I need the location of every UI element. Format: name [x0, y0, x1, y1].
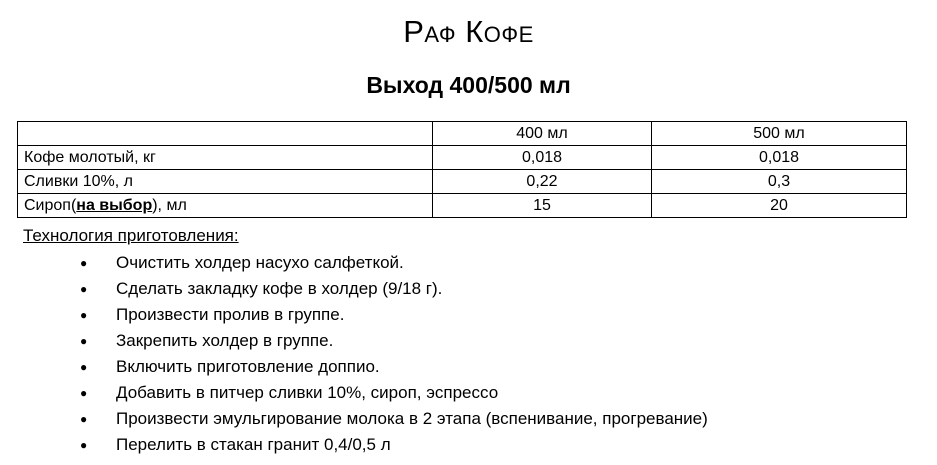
list-item: ● Добавить в питчер сливки 10%, сироп, эс… — [80, 380, 708, 406]
amount-400: 0,018 — [432, 145, 652, 170]
step-text: Перелить в стакан гранит 0,4/0,5 л — [116, 435, 391, 454]
step-text: Произвести эмульгирование молока в 2 эта… — [116, 409, 708, 428]
bullet-icon: ● — [80, 308, 88, 322]
list-item: ● Сделать закладку кофе в холдер (9/18 г)… — [80, 276, 708, 302]
list-item: ● Перелить в стакан гранит 0,4/0,5 л — [80, 432, 708, 458]
ingredient-name: Сливки 10%, л — [17, 169, 433, 194]
header-cell-empty — [17, 121, 433, 146]
bullet-icon: ● — [80, 334, 88, 348]
step-text: Очистить холдер насухо салфеткой. — [116, 253, 404, 272]
step-text: Сделать закладку кофе в холдер (9/18 г). — [116, 279, 443, 298]
header-cell-400: 400 мл — [432, 121, 652, 146]
list-item: ● Произвести пролив в группе. — [80, 302, 708, 328]
ingredient-choice-note: на выбор — [76, 197, 153, 214]
ingredients-table: 400 мл 500 мл Кофе молотый, кг 0,018 0,0… — [17, 121, 907, 218]
step-text: Произвести пролив в группе. — [116, 305, 345, 324]
list-item: ● Закрепить холдер в группе. — [80, 328, 708, 354]
steps-list: ● Очистить холдер насухо салфеткой. ● Сдел… — [80, 250, 708, 458]
bullet-icon: ● — [80, 438, 88, 452]
amount-500: 0,3 — [651, 169, 907, 194]
list-item: ● Произвести эмульгирование молока в 2 эт… — [80, 406, 708, 432]
bullet-icon: ● — [80, 360, 88, 374]
ingredient-name-suffix: ), мл — [152, 197, 187, 214]
bullet-icon: ● — [80, 282, 88, 296]
ingredient-name: Кофе молотый, кг — [17, 145, 433, 170]
ingredient-name-prefix: Сироп( — [24, 197, 77, 214]
bullet-icon: ● — [80, 386, 88, 400]
amount-500: 0,018 — [651, 145, 907, 170]
table-header-row: 400 мл 500 мл — [17, 121, 907, 146]
amount-500: 20 — [651, 193, 907, 218]
bullet-icon: ● — [80, 256, 88, 270]
step-text: Закрепить холдер в группе. — [116, 331, 334, 350]
technology-heading: Технология приготовления: — [23, 226, 239, 245]
bullet-icon: ● — [80, 412, 88, 426]
header-cell-500: 500 мл — [651, 121, 907, 146]
table-row: Сливки 10%, л 0,22 0,3 — [17, 169, 907, 194]
list-item: ● Включить приготовление доппио. — [80, 354, 708, 380]
document-title: Раф Кофе — [403, 14, 534, 49]
ingredient-name: Сироп(на выбор), мл — [17, 193, 433, 218]
step-text: Включить приготовление доппио. — [116, 357, 380, 376]
amount-400: 0,22 — [432, 169, 652, 194]
table-row: Кофе молотый, кг 0,018 0,018 — [17, 145, 907, 170]
yield-subtitle: Выход 400/500 мл — [366, 72, 571, 98]
step-text: Добавить в питчер сливки 10%, сироп, эсп… — [116, 383, 499, 402]
table-row: Сироп(на выбор), мл 15 20 — [17, 193, 907, 218]
amount-400: 15 — [432, 193, 652, 218]
list-item: ● Очистить холдер насухо салфеткой. — [80, 250, 708, 276]
